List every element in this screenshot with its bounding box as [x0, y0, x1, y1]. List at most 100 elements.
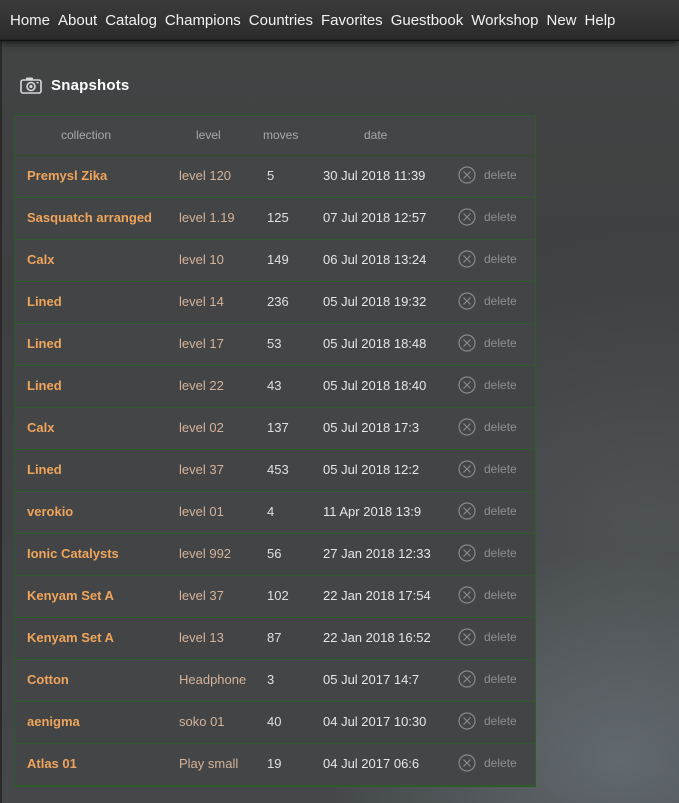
table-row: Atlas 01 Play small 19 04 Jul 2017 06:6 dele…: [15, 744, 535, 786]
delete-label: delete: [484, 336, 517, 350]
collection-link[interactable]: Calx: [27, 420, 54, 435]
delete-button[interactable]: delete: [458, 250, 517, 268]
moves-cell: 137: [267, 420, 289, 435]
delete-button[interactable]: delete: [458, 208, 517, 226]
delete-button[interactable]: delete: [458, 670, 517, 688]
collection-link[interactable]: verokio: [27, 504, 73, 519]
collection-link[interactable]: Cotton: [27, 672, 69, 687]
nav-link-catalog[interactable]: Catalog: [105, 12, 157, 30]
moves-cell: 56: [267, 546, 282, 561]
moves-cell: 53: [267, 336, 282, 351]
date-cell: 06 Jul 2018 13:24: [323, 252, 427, 267]
table-row: Kenyam Set A level 37 102 22 Jan 2018 17:54…: [15, 576, 535, 618]
level-cell: level 992: [179, 546, 232, 561]
nav-link-workshop[interactable]: Workshop: [471, 12, 538, 30]
date-cell: 05 Jul 2018 12:2: [323, 462, 420, 477]
page: Home About Catalog Champions Countries F…: [0, 0, 679, 803]
nav-link-home[interactable]: Home: [10, 12, 50, 30]
circle-x-icon: [458, 544, 476, 562]
delete-button[interactable]: delete: [458, 166, 517, 184]
collection-link[interactable]: Lined: [27, 378, 62, 393]
level-cell: level 10: [179, 252, 224, 267]
delete-label: delete: [484, 294, 517, 308]
page-title: Snapshots: [51, 76, 130, 94]
nav-link-about[interactable]: About: [58, 12, 97, 30]
nav-link-help[interactable]: Help: [585, 12, 616, 30]
collection-link[interactable]: Calx: [27, 252, 54, 267]
delete-button[interactable]: delete: [458, 376, 517, 394]
column-header-date: date: [364, 128, 388, 142]
table-row: Premysl Zika level 120 5 30 Jul 2018 11:39 d…: [15, 156, 535, 198]
level-cell: level 13: [179, 630, 224, 645]
circle-x-icon: [458, 292, 476, 310]
delete-label: delete: [484, 420, 517, 434]
nav-link-new[interactable]: New: [547, 12, 577, 30]
delete-button[interactable]: delete: [458, 544, 517, 562]
collection-link[interactable]: Kenyam Set A: [27, 588, 114, 603]
date-cell: 05 Jul 2018 17:3: [323, 420, 420, 435]
moves-cell: 40: [267, 714, 282, 729]
delete-label: delete: [484, 756, 517, 770]
delete-label: delete: [484, 462, 517, 476]
circle-x-icon: [458, 208, 476, 226]
collection-link[interactable]: Sasquatch arranged: [27, 210, 152, 225]
collection-link[interactable]: Premysl Zika: [27, 168, 107, 183]
table-header-row: collection level moves date: [15, 116, 535, 156]
delete-button[interactable]: delete: [458, 334, 517, 352]
moves-cell: 125: [267, 210, 289, 225]
delete-label: delete: [484, 630, 517, 644]
column-header-level: level: [196, 128, 221, 142]
level-cell: level 37: [179, 462, 224, 477]
date-cell: 22 Jan 2018 16:52: [323, 630, 431, 645]
collection-link[interactable]: Atlas 01: [27, 756, 77, 771]
moves-cell: 19: [267, 756, 282, 771]
delete-button[interactable]: delete: [458, 418, 517, 436]
nav-link-champions[interactable]: Champions: [165, 12, 241, 30]
delete-button[interactable]: delete: [458, 292, 517, 310]
top-navigation-bar: Home About Catalog Champions Countries F…: [0, 0, 679, 41]
delete-label: delete: [484, 672, 517, 686]
collection-link[interactable]: Kenyam Set A: [27, 630, 114, 645]
date-cell: 05 Jul 2018 18:40: [323, 378, 427, 393]
table-row: Lined level 14 236 05 Jul 2018 19:32 delete: [15, 282, 535, 324]
nav-link-countries[interactable]: Countries: [249, 12, 313, 30]
circle-x-icon: [458, 376, 476, 394]
level-cell: level 120: [179, 168, 232, 183]
date-cell: 11 Apr 2018 13:9: [323, 504, 422, 519]
date-cell: 05 Jul 2018 18:48: [323, 336, 427, 351]
level-cell: level 02: [179, 420, 224, 435]
left-frame-border: [0, 41, 2, 803]
delete-button[interactable]: delete: [458, 712, 517, 730]
collection-link[interactable]: Lined: [27, 336, 62, 351]
delete-label: delete: [484, 168, 517, 182]
column-header-collection: collection: [61, 128, 112, 142]
delete-button[interactable]: delete: [458, 628, 517, 646]
collection-link[interactable]: Lined: [27, 462, 62, 477]
collection-link[interactable]: aenigma: [27, 714, 80, 729]
level-cell: level 17: [179, 336, 224, 351]
collection-link[interactable]: Ionic Catalysts: [27, 546, 119, 561]
level-cell: level 22: [179, 378, 224, 393]
nav-link-guestbook[interactable]: Guestbook: [391, 12, 464, 30]
circle-x-icon: [458, 712, 476, 730]
moves-cell: 87: [267, 630, 282, 645]
level-cell: Play small: [179, 756, 239, 771]
delete-button[interactable]: delete: [458, 502, 517, 520]
circle-x-icon: [458, 418, 476, 436]
delete-button[interactable]: delete: [458, 586, 517, 604]
date-cell: 05 Jul 2017 14:7: [323, 672, 420, 687]
moves-cell: 4: [267, 504, 275, 519]
circle-x-icon: [458, 670, 476, 688]
circle-x-icon: [458, 250, 476, 268]
camera-icon: [20, 77, 42, 94]
circle-x-icon: [458, 166, 476, 184]
date-cell: 04 Jul 2017 10:30: [323, 714, 427, 729]
level-cell: level 14: [179, 294, 224, 309]
level-cell: Headphone: [179, 672, 247, 687]
delete-button[interactable]: delete: [458, 460, 517, 478]
circle-x-icon: [458, 754, 476, 772]
table-row: Cotton Headphone 3 05 Jul 2017 14:7 delete: [15, 660, 535, 702]
delete-button[interactable]: delete: [458, 754, 517, 772]
collection-link[interactable]: Lined: [27, 294, 62, 309]
nav-link-favorites[interactable]: Favorites: [321, 12, 383, 30]
